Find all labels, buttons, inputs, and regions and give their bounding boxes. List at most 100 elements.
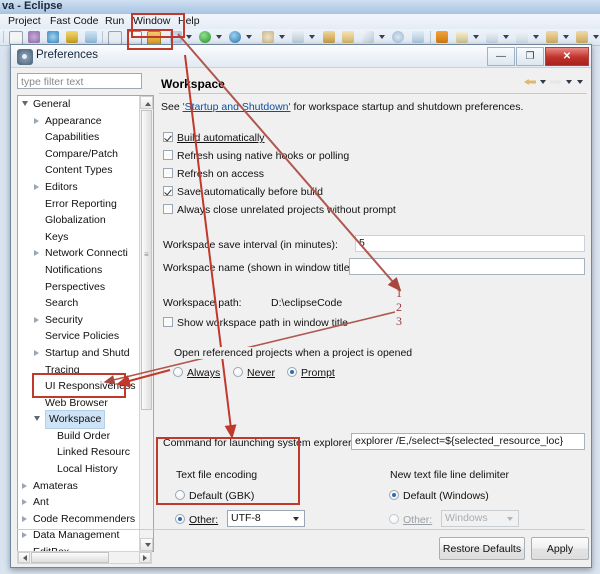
tree-item-build-order[interactable]: Build Order: [18, 428, 138, 445]
checkbox-refresh-on-access[interactable]: Refresh on access: [163, 168, 264, 180]
tree-item-linked-resourc[interactable]: Linked Resourc: [18, 444, 138, 461]
radio-icon[interactable]: [287, 367, 297, 377]
twisty-collapsed-icon[interactable]: [22, 482, 27, 489]
toolbar-icon-marker[interactable]: [456, 31, 468, 43]
radio-encoding-other[interactable]: Other:: [175, 514, 218, 526]
checkbox-icon[interactable]: [163, 186, 173, 196]
save-interval-input[interactable]: 5: [355, 235, 585, 252]
tree-item-content-types[interactable]: Content Types: [18, 162, 138, 179]
radio-icon[interactable]: [389, 490, 399, 500]
toolbar-icon-pin[interactable]: [362, 31, 374, 43]
checkbox-icon[interactable]: [163, 168, 173, 178]
tree-item-network-connecti[interactable]: Network Connecti: [18, 245, 138, 262]
twisty-expanded-icon[interactable]: [22, 101, 28, 106]
radio-delimiter-other[interactable]: Other:: [389, 514, 432, 526]
maximize-button[interactable]: ❐: [516, 47, 544, 66]
apply-button[interactable]: Apply: [531, 537, 589, 560]
chevron-down-icon[interactable]: [503, 35, 509, 39]
preferences-tree[interactable]: General Appearance Capabilities Compare/Pat…: [17, 95, 154, 552]
radio-icon[interactable]: [173, 367, 183, 377]
tree-item-capabilities[interactable]: Capabilities: [18, 129, 138, 146]
toolbar-icon-back[interactable]: [546, 31, 558, 43]
restore-defaults-button[interactable]: Restore Defaults: [439, 537, 525, 560]
tree-item-search[interactable]: Search: [18, 295, 138, 312]
chevron-down-icon[interactable]: [186, 35, 192, 39]
twisty-collapsed-icon[interactable]: [34, 117, 39, 124]
toolbar-icon-stop[interactable]: [436, 31, 448, 43]
toolbar-icon-profile[interactable]: [47, 31, 59, 43]
checkbox-close-unrelated-projects[interactable]: Always close unrelated projects without …: [163, 204, 396, 216]
chevron-down-icon[interactable]: [379, 35, 385, 39]
toolbar-icon-open-folder[interactable]: [147, 31, 161, 45]
scrollbar-thumb[interactable]: [141, 110, 152, 410]
menu-fast-code[interactable]: Fast Code: [50, 15, 98, 28]
tree-item-ant[interactable]: Ant: [18, 494, 138, 511]
line-delimiter-combo[interactable]: Windows: [441, 510, 519, 527]
toolbar-icon-debug[interactable]: [28, 31, 40, 43]
toolbar-icon-help[interactable]: [392, 31, 404, 43]
twisty-collapsed-icon[interactable]: [34, 349, 39, 356]
radio-icon[interactable]: [233, 367, 243, 377]
chevron-down-icon[interactable]: [533, 35, 539, 39]
chevron-down-icon[interactable]: [279, 35, 285, 39]
twisty-expanded-icon[interactable]: [34, 416, 40, 422]
checkbox-refresh-native-hooks[interactable]: Refresh using native hooks or polling: [163, 150, 349, 162]
twisty-collapsed-icon[interactable]: [34, 316, 39, 323]
tree-item-startup-and-shutd[interactable]: Startup and Shutd: [18, 345, 138, 362]
radio-open-referenced-always[interactable]: Always: [173, 367, 220, 379]
chevron-down-icon[interactable]: [289, 512, 303, 525]
radio-encoding-default[interactable]: Default (GBK): [175, 490, 254, 502]
radio-icon[interactable]: [389, 514, 399, 524]
radio-icon[interactable]: [175, 490, 185, 500]
tree-item-ui-responsiveness[interactable]: UI Responsiveness: [18, 378, 138, 395]
radio-open-referenced-never[interactable]: Never: [233, 367, 275, 379]
toolbar-icon-run[interactable]: [199, 31, 211, 43]
menu-chevron-down-icon[interactable]: [577, 80, 583, 84]
radio-open-referenced-prompt[interactable]: Prompt: [287, 367, 335, 379]
menu-window[interactable]: Window: [133, 15, 170, 28]
toolbar-icon-sync[interactable]: [412, 31, 424, 43]
toolbar-icon-new-java[interactable]: [66, 31, 78, 43]
toolbar-icon-forward[interactable]: [576, 31, 588, 43]
toolbar-icon-outline[interactable]: [9, 31, 23, 45]
workspace-name-input[interactable]: [349, 258, 585, 275]
tree-item-perspectives[interactable]: Perspectives: [18, 279, 138, 296]
tree-item-appearance[interactable]: Appearance: [18, 113, 138, 130]
radio-delimiter-default[interactable]: Default (Windows): [389, 490, 489, 502]
chevron-down-icon[interactable]: [503, 512, 517, 525]
twisty-collapsed-icon[interactable]: [22, 515, 27, 522]
tree-item-local-history[interactable]: Local History: [18, 461, 138, 478]
chevron-down-icon[interactable]: [593, 35, 599, 39]
tree-item-notifications[interactable]: Notifications: [18, 262, 138, 279]
forward-chevron-down-icon[interactable]: [566, 80, 572, 84]
toolbar-icon-misc[interactable]: [516, 31, 528, 43]
tree-item-security[interactable]: Security: [18, 312, 138, 329]
checkbox-icon[interactable]: [163, 150, 173, 160]
tree-item-general[interactable]: General: [18, 96, 138, 113]
startup-shutdown-link[interactable]: 'Startup and Shutdown': [183, 101, 291, 113]
toolbar-icon-new-window[interactable]: [128, 31, 142, 45]
checkbox-build-automatically[interactable]: Build automatically: [163, 132, 265, 144]
tree-vertical-scrollbar[interactable]: [139, 96, 153, 551]
tree-item-web-browser[interactable]: Web Browser: [18, 395, 138, 412]
toolbar-icon-save[interactable]: [108, 31, 122, 45]
chevron-down-icon[interactable]: [246, 35, 252, 39]
tree-item-code-recommenders[interactable]: Code Recommenders: [18, 511, 138, 528]
checkbox-show-workspace-path[interactable]: Show workspace path in window title: [163, 317, 348, 329]
toolbar-icon-search[interactable]: [323, 31, 335, 43]
back-chevron-down-icon[interactable]: [540, 80, 546, 84]
radio-icon[interactable]: [175, 514, 185, 524]
tree-item-compare-patch[interactable]: Compare/Patch: [18, 146, 138, 163]
toolbar-icon-person[interactable]: [486, 31, 498, 43]
twisty-collapsed-icon[interactable]: [34, 250, 39, 257]
twisty-collapsed-icon[interactable]: [22, 499, 27, 506]
close-button[interactable]: ✕: [545, 47, 589, 66]
tree-item-error-reporting[interactable]: Error Reporting: [18, 196, 138, 213]
tree-item-editors[interactable]: Editors: [18, 179, 138, 196]
tree-item-tracing[interactable]: Tracing: [18, 362, 138, 379]
tree-item-service-policies[interactable]: Service Policies: [18, 328, 138, 345]
twisty-collapsed-icon[interactable]: [34, 183, 39, 190]
back-arrow-icon[interactable]: [523, 75, 537, 89]
checkbox-icon[interactable]: [163, 317, 173, 327]
scroll-up-icon[interactable]: [140, 96, 153, 109]
